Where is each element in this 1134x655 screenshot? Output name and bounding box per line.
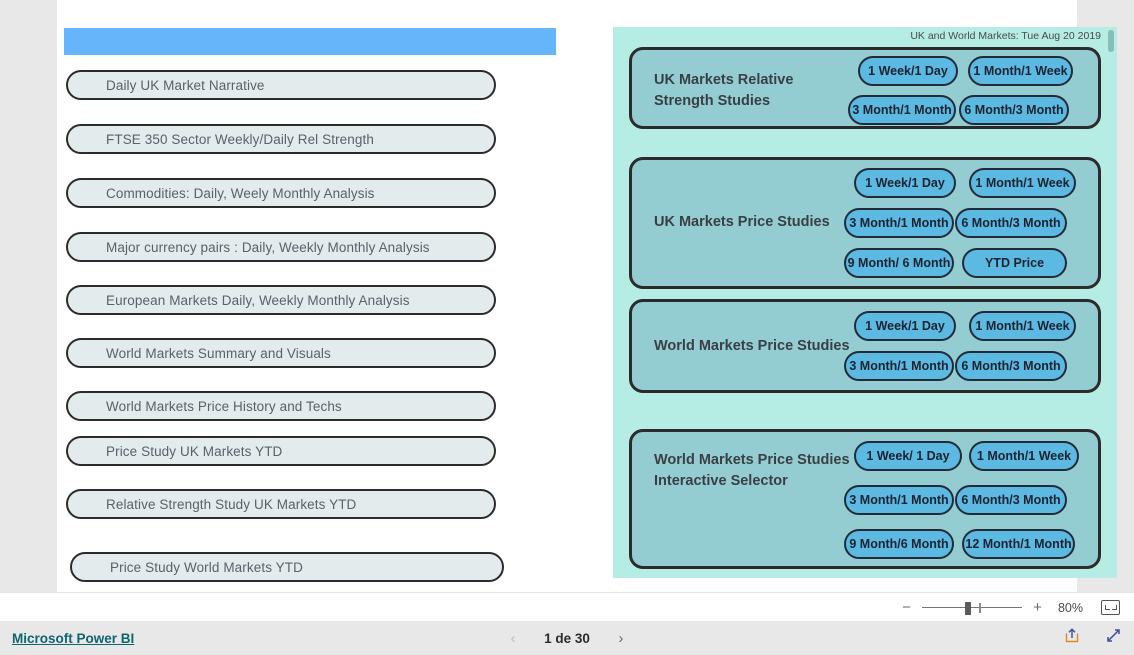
nav-pill-label: Daily UK Market Narrative xyxy=(106,77,265,93)
panel-date-label: UK and World Markets: Tue Aug 20 2019 xyxy=(910,30,1101,42)
zoom-in-button[interactable]: + xyxy=(1032,599,1043,616)
period-button[interactable]: 6 Month/3 Month xyxy=(959,95,1069,125)
fit-to-screen-icon[interactable] xyxy=(1101,600,1120,615)
nav-pill-label: Relative Strength Study UK Markets YTD xyxy=(106,496,357,512)
period-button[interactable]: 9 Month/6 Month xyxy=(844,529,954,559)
nav-pill-label: European Markets Daily, Weekly Monthly A… xyxy=(106,292,410,308)
page-navigator: ‹ 1 de 30 › xyxy=(0,630,1134,647)
period-button[interactable]: 9 Month/ 6 Month xyxy=(844,248,954,278)
period-button[interactable]: 1 Week/1 Day xyxy=(858,56,958,86)
zoom-slider[interactable] xyxy=(922,601,1022,615)
period-button[interactable]: 1 Month/1 Week xyxy=(969,441,1079,471)
left-navigation-panel: Daily UK Market Narrative FTSE 350 Sector… xyxy=(60,0,559,592)
study-card: UK Markets Price Studies 1 Week/1 Day 1 Mo… xyxy=(629,157,1101,289)
study-card-title: World Markets Price Studies xyxy=(654,338,850,354)
nav-pill-label: Major currency pairs : Daily, Weekly Mon… xyxy=(106,239,430,255)
period-button[interactable]: 6 Month/3 Month xyxy=(955,351,1067,381)
zoom-slider-track xyxy=(922,606,1022,608)
nav-pill[interactable]: Price Study World Markets YTD xyxy=(70,552,504,582)
fullscreen-icon[interactable] xyxy=(1105,627,1122,649)
zoom-toolbar: − + 80% xyxy=(0,592,1134,621)
next-page-icon[interactable]: › xyxy=(616,630,626,647)
nav-pill-label: World Markets Summary and Visuals xyxy=(106,345,331,361)
nav-pill[interactable]: Commodities: Daily, Weely Monthly Analys… xyxy=(66,178,496,208)
period-button[interactable]: 3 Month/1 Month xyxy=(844,351,954,381)
nav-pill[interactable]: FTSE 350 Sector Weekly/Daily Rel Strengt… xyxy=(66,124,496,154)
period-button[interactable]: 1 Month/1 Week xyxy=(969,311,1076,341)
study-card: UK Markets Relative Strength Studies 1 We… xyxy=(629,47,1101,129)
period-button[interactable]: 1 Week/1 Day xyxy=(854,311,956,341)
nav-pill[interactable]: Daily UK Market Narrative xyxy=(66,70,496,100)
period-button[interactable]: 12 Month/1 Month xyxy=(962,529,1075,559)
study-card-title: UK Markets Relative Strength Studies xyxy=(654,72,794,110)
footer-bar: Microsoft Power BI ‹ 1 de 30 › xyxy=(0,621,1134,655)
nav-pill-label: Commodities: Daily, Weely Monthly Analys… xyxy=(106,185,375,201)
study-card: World Markets Price Studies 1 Week/1 Day 1… xyxy=(629,299,1101,393)
period-button[interactable]: 3 Month/1 Month xyxy=(844,208,954,238)
zoom-percent-label: 80% xyxy=(1057,600,1083,615)
nav-pill-label: FTSE 350 Sector Weekly/Daily Rel Strengt… xyxy=(106,131,374,147)
footer-actions xyxy=(1064,627,1122,649)
page-indicator-label: 1 de 30 xyxy=(544,630,590,646)
nav-pill-label: Price Study UK Markets YTD xyxy=(106,443,283,459)
zoom-slider-thumb[interactable] xyxy=(965,601,971,615)
period-button[interactable]: 1 Month/1 Week xyxy=(969,168,1076,198)
period-button[interactable]: 6 Month/3 Month xyxy=(955,485,1067,515)
study-card: World Markets Price Studies Interactive … xyxy=(629,429,1101,569)
panel-header-bar xyxy=(64,28,556,55)
share-icon[interactable] xyxy=(1064,627,1081,649)
nav-pill[interactable]: Major currency pairs : Daily, Weekly Mon… xyxy=(66,232,496,262)
report-canvas: Daily UK Market Narrative FTSE 350 Sector… xyxy=(57,0,1117,592)
nav-pill[interactable]: Price Study UK Markets YTD xyxy=(66,436,496,466)
period-button[interactable]: 1 Month/1 Week xyxy=(968,56,1073,86)
nav-pill[interactable]: European Markets Daily, Weekly Monthly A… xyxy=(66,285,496,315)
nav-pill-label: World Markets Price History and Techs xyxy=(106,398,342,414)
study-card-title: UK Markets Price Studies xyxy=(654,214,830,230)
period-button[interactable]: 3 Month/1 Month xyxy=(844,485,954,515)
nav-pill-label: Price Study World Markets YTD xyxy=(110,559,303,575)
zoom-slider-tick xyxy=(979,602,981,613)
period-button[interactable]: 6 Month/3 Month xyxy=(955,208,1067,238)
period-button[interactable]: 1 Week/ 1 Day xyxy=(854,441,962,471)
nav-pill[interactable]: World Markets Summary and Visuals xyxy=(66,338,496,368)
zoom-out-button[interactable]: − xyxy=(901,599,912,616)
zoom-controls: − + 80% xyxy=(901,593,1120,622)
period-button[interactable]: 3 Month/1 Month xyxy=(848,95,956,125)
period-button[interactable]: 1 Week/1 Day xyxy=(854,168,956,198)
studies-panel: UK and World Markets: Tue Aug 20 2019 UK… xyxy=(613,27,1117,578)
nav-pill[interactable]: World Markets Price History and Techs xyxy=(66,391,496,421)
panel-scrollbar[interactable] xyxy=(1108,30,1114,52)
previous-page-icon[interactable]: ‹ xyxy=(508,630,518,647)
study-card-title: World Markets Price Studies Interactive … xyxy=(654,452,850,490)
period-button[interactable]: YTD Price xyxy=(962,248,1067,278)
nav-pill[interactable]: Relative Strength Study UK Markets YTD xyxy=(66,489,496,519)
